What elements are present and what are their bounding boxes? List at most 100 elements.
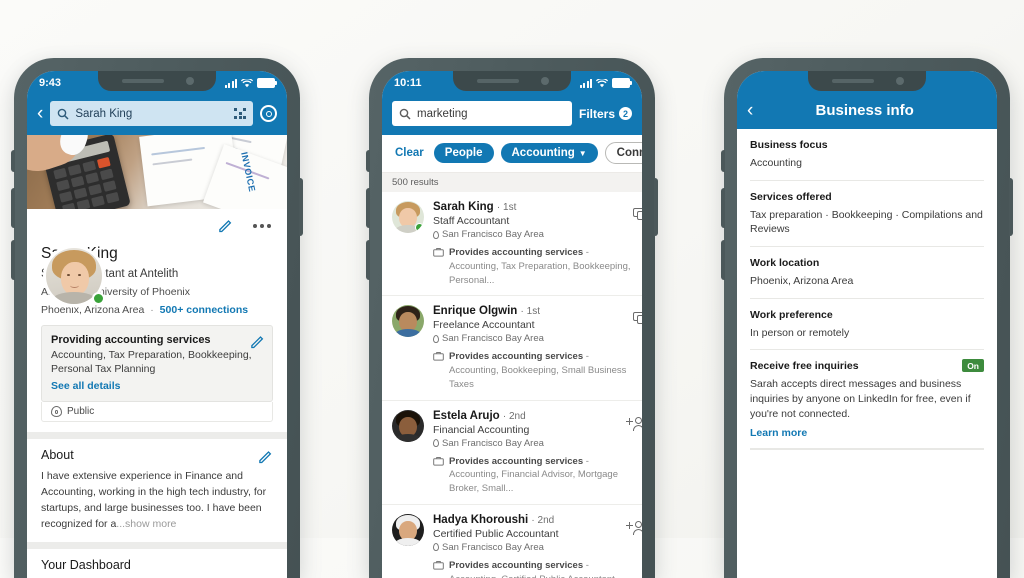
search-input[interactable]: Sarah King: [50, 101, 253, 126]
avatar[interactable]: [392, 513, 424, 546]
list-item[interactable]: Estela Arujo · 2nd Financial Accounting …: [382, 401, 642, 505]
result-services: Provides accounting services - Accountin…: [433, 559, 632, 578]
profile-action-row: [27, 209, 287, 307]
row-label: Business focus: [750, 139, 828, 151]
briefcase-icon: [433, 247, 444, 257]
side-button-volume-up[interactable]: [721, 188, 725, 228]
phone-screen: 9:43 ‹ Sarah King INVOICE King Staff Acc…: [27, 71, 287, 578]
filters-count-badge: 2: [619, 107, 632, 120]
list-item[interactable]: Hadya Khoroushi · 2nd Certified Public A…: [382, 505, 642, 578]
notch: [453, 71, 571, 91]
earpiece-speaker: [477, 79, 519, 83]
service-label: Provides accounting services: [449, 351, 584, 363]
side-button-mute[interactable]: [366, 150, 370, 172]
briefcase-icon: [433, 560, 444, 570]
show-more-link[interactable]: ...show more: [116, 518, 176, 530]
side-button-power[interactable]: [299, 178, 303, 236]
receive-free-inquiries-row: Receive free inquiries On Sarah accepts …: [750, 350, 984, 449]
side-button-volume-down[interactable]: [11, 240, 15, 280]
learn-more-link[interactable]: Learn more: [750, 427, 984, 439]
filter-chips: Clear People Accounting▼ Connections: [382, 135, 642, 173]
result-services: Provides accounting services - Accountin…: [433, 350, 632, 391]
pencil-icon[interactable]: [250, 334, 265, 349]
services-card[interactable]: Providing accounting services Accounting…: [41, 325, 273, 403]
result-info: Hadya Khoroushi · 2nd Certified Public A…: [433, 514, 632, 578]
connection-degree: · 2nd: [531, 514, 555, 526]
avatar[interactable]: [392, 201, 424, 233]
side-button-volume-down[interactable]: [366, 240, 370, 280]
side-button-mute[interactable]: [11, 150, 15, 172]
see-all-details-link[interactable]: See all details: [51, 380, 263, 392]
dashboard-section[interactable]: Your Dashboard: [41, 549, 273, 572]
connections-link[interactable]: 500+ connections: [160, 304, 248, 316]
page-title: Business info: [815, 102, 914, 119]
filter-clear-button[interactable]: Clear: [392, 143, 427, 163]
cover-photo[interactable]: INVOICE: [27, 135, 287, 209]
location-pin-icon: [433, 334, 439, 343]
row-label: Services offered: [750, 190, 832, 203]
phone-screen: ‹ Business info Business focus Accountin…: [737, 71, 997, 578]
result-location: San Francisco Bay Area: [433, 333, 632, 344]
filter-chip-accounting[interactable]: Accounting ▼: [500, 143, 598, 163]
filter-chip-label: Accounting: [511, 147, 575, 159]
gear-icon[interactable]: [260, 105, 277, 122]
side-button-volume-up[interactable]: [11, 188, 15, 228]
result-role: Staff Accountant: [433, 215, 510, 227]
wifi-icon: [596, 78, 608, 87]
side-button-volume-down[interactable]: [721, 240, 725, 280]
search-value: Sarah King: [75, 107, 133, 120]
earpiece-speaker: [122, 79, 164, 83]
result-name: Estela Arujo · 2nd: [433, 409, 526, 422]
row-value: Tax preparation · Bookkeeping · Compilat…: [750, 208, 983, 236]
work-location-row: Work location Phoenix, Arizona Area: [750, 247, 984, 299]
signal-bars-icon: [224, 78, 237, 88]
side-button-power[interactable]: [654, 178, 658, 236]
connection-degree: · 1st: [520, 306, 540, 318]
list-item[interactable]: Enrique Olgwin · 1st Freelance Accountan…: [382, 296, 642, 401]
pencil-icon[interactable]: [218, 218, 233, 233]
about-section: About I have extensive experience in Fin…: [41, 439, 273, 532]
service-label: Provides accounting services: [449, 455, 584, 467]
chevron-down-icon: ▼: [578, 149, 587, 158]
filters-button[interactable]: Filters 2: [579, 107, 632, 121]
service-label: Provides accounting services: [449, 247, 584, 258]
avatar[interactable]: [392, 305, 424, 338]
status-icons: [224, 78, 277, 88]
front-camera: [541, 77, 549, 85]
pencil-icon[interactable]: [258, 449, 273, 464]
status-badge[interactable]: On: [962, 359, 984, 373]
side-button-power[interactable]: [1009, 178, 1013, 236]
result-info: Sarah King · 1st Staff Accountant San Fr…: [433, 201, 632, 287]
list-footer-divider: [750, 448, 984, 464]
back-icon[interactable]: ‹: [747, 101, 753, 120]
back-icon[interactable]: ‹: [37, 104, 43, 123]
connection-degree: · 2nd: [502, 410, 526, 422]
avatar[interactable]: [43, 245, 105, 307]
result-role: Freelance Accountant: [433, 319, 535, 332]
briefcase-icon: [433, 456, 444, 466]
online-status-indicator: [92, 292, 105, 305]
earpiece-speaker: [832, 79, 874, 83]
row-value: Phoenix, Arizona Area: [750, 275, 854, 288]
business-info-list: Business focus Accounting Services offer…: [737, 129, 997, 464]
screenshot-stage: 9:43 ‹ Sarah King INVOICE King Staff Acc…: [0, 0, 1024, 578]
side-button-mute[interactable]: [721, 150, 725, 172]
front-camera: [186, 77, 194, 85]
result-service-text: Provides accounting services - Accountin…: [449, 350, 632, 391]
side-button-volume-up[interactable]: [366, 188, 370, 228]
more-options-icon[interactable]: [253, 224, 271, 228]
search-icon: [399, 108, 411, 120]
filter-chip-connections[interactable]: Connections: [604, 142, 642, 164]
list-item[interactable]: Sarah King · 1st Staff Accountant San Fr…: [382, 192, 642, 297]
avatar[interactable]: [392, 409, 424, 442]
search-input[interactable]: marketing: [392, 101, 572, 126]
status-icons: [579, 78, 632, 88]
visibility-row: Public: [41, 402, 273, 423]
visibility-label: Public: [67, 406, 95, 418]
service-label: Provides accounting services: [449, 559, 584, 571]
row-label: Work location: [750, 257, 820, 270]
phone-search-results: 10:11 marketing Filters 2 Clear People A…: [366, 58, 658, 578]
notch: [98, 71, 216, 91]
filter-chip-people[interactable]: People: [433, 143, 494, 163]
qr-code-icon[interactable]: [234, 107, 246, 120]
